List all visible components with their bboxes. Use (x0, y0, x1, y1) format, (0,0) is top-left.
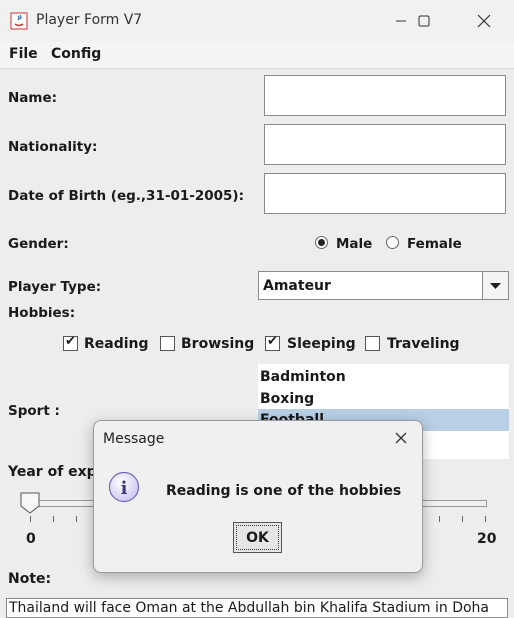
java-app-icon (10, 12, 28, 30)
player-type-label: Player Type: (8, 279, 102, 295)
hobby-sleeping-label[interactable]: Sleeping (287, 336, 356, 352)
slider-tick (485, 516, 486, 522)
ok-button-label: OK (246, 530, 269, 546)
note-label: Note: (8, 571, 52, 587)
hobbies-label: Hobbies: (8, 305, 76, 321)
gender-male-label[interactable]: Male (336, 236, 372, 252)
note-textarea[interactable]: Thailand will face Oman at the Abdullah … (6, 598, 508, 618)
slider-tick (30, 516, 31, 522)
slider-tick (76, 516, 77, 522)
list-item[interactable]: Badminton (258, 366, 509, 388)
hobby-reading-checkbox[interactable]: ✔ (63, 334, 78, 351)
player-type-value: Amateur (263, 278, 331, 294)
list-item-label: Boxing (260, 391, 315, 407)
svg-text:i: i (121, 478, 128, 499)
dropdown-arrow-button[interactable] (482, 272, 508, 299)
dob-input[interactable] (264, 173, 506, 214)
close-icon (477, 14, 491, 28)
close-icon (395, 432, 407, 444)
gender-female-label[interactable]: Female (407, 236, 462, 252)
menu-bar: File Config (0, 42, 514, 69)
note-text: Thailand will face Oman at the Abdullah … (9, 600, 489, 616)
ok-button[interactable]: OK (233, 522, 282, 553)
menu-config[interactable]: Config (51, 46, 101, 62)
sport-label: Sport : (8, 403, 60, 419)
dialog-title: Message (103, 431, 165, 447)
hobby-traveling-checkbox[interactable] (365, 336, 380, 351)
nationality-input[interactable] (264, 124, 506, 165)
dialog-close-button[interactable] (390, 427, 412, 449)
slider-tick (462, 516, 463, 522)
maximize-button[interactable] (401, 0, 447, 42)
slider-tick (439, 516, 440, 522)
hobby-traveling-label[interactable]: Traveling (387, 336, 460, 352)
close-button[interactable] (461, 0, 507, 42)
list-item[interactable]: Boxing (258, 388, 509, 410)
player-type-select[interactable]: Amateur (258, 271, 509, 300)
check-icon: ✔ (267, 334, 278, 349)
gender-label: Gender: (8, 236, 69, 252)
chevron-down-icon (490, 283, 501, 289)
dialog-message: Reading is one of the hobbies (166, 483, 402, 499)
window-title: Player Form V7 (36, 12, 143, 28)
experience-label: Year of expe (8, 464, 107, 480)
slider-min-label: 0 (26, 531, 36, 547)
hobby-reading-label[interactable]: Reading (84, 336, 149, 352)
menu-file[interactable]: File (9, 46, 38, 62)
nationality-label: Nationality: (8, 139, 98, 155)
dob-label: Date of Birth (eg.,31-01-2005): (8, 188, 244, 204)
list-item-label: Badminton (260, 369, 346, 385)
check-icon: ✔ (65, 334, 76, 349)
gender-male-radio[interactable] (315, 236, 328, 249)
message-dialog: Message i Reading is one of the hobbies … (93, 420, 423, 573)
maximize-icon (418, 15, 430, 27)
slider-thumb[interactable] (20, 492, 40, 514)
name-label: Name: (8, 90, 58, 106)
hobby-browsing-checkbox[interactable] (160, 336, 175, 351)
title-bar: Player Form V7 (0, 0, 514, 42)
slider-max-label: 20 (477, 531, 497, 547)
name-input[interactable] (264, 75, 506, 116)
hobby-browsing-label[interactable]: Browsing (181, 336, 254, 352)
info-icon: i (108, 471, 140, 503)
gender-female-radio[interactable] (386, 236, 399, 249)
hobby-sleeping-checkbox[interactable]: ✔ (265, 334, 280, 351)
slider-tick (53, 516, 54, 522)
